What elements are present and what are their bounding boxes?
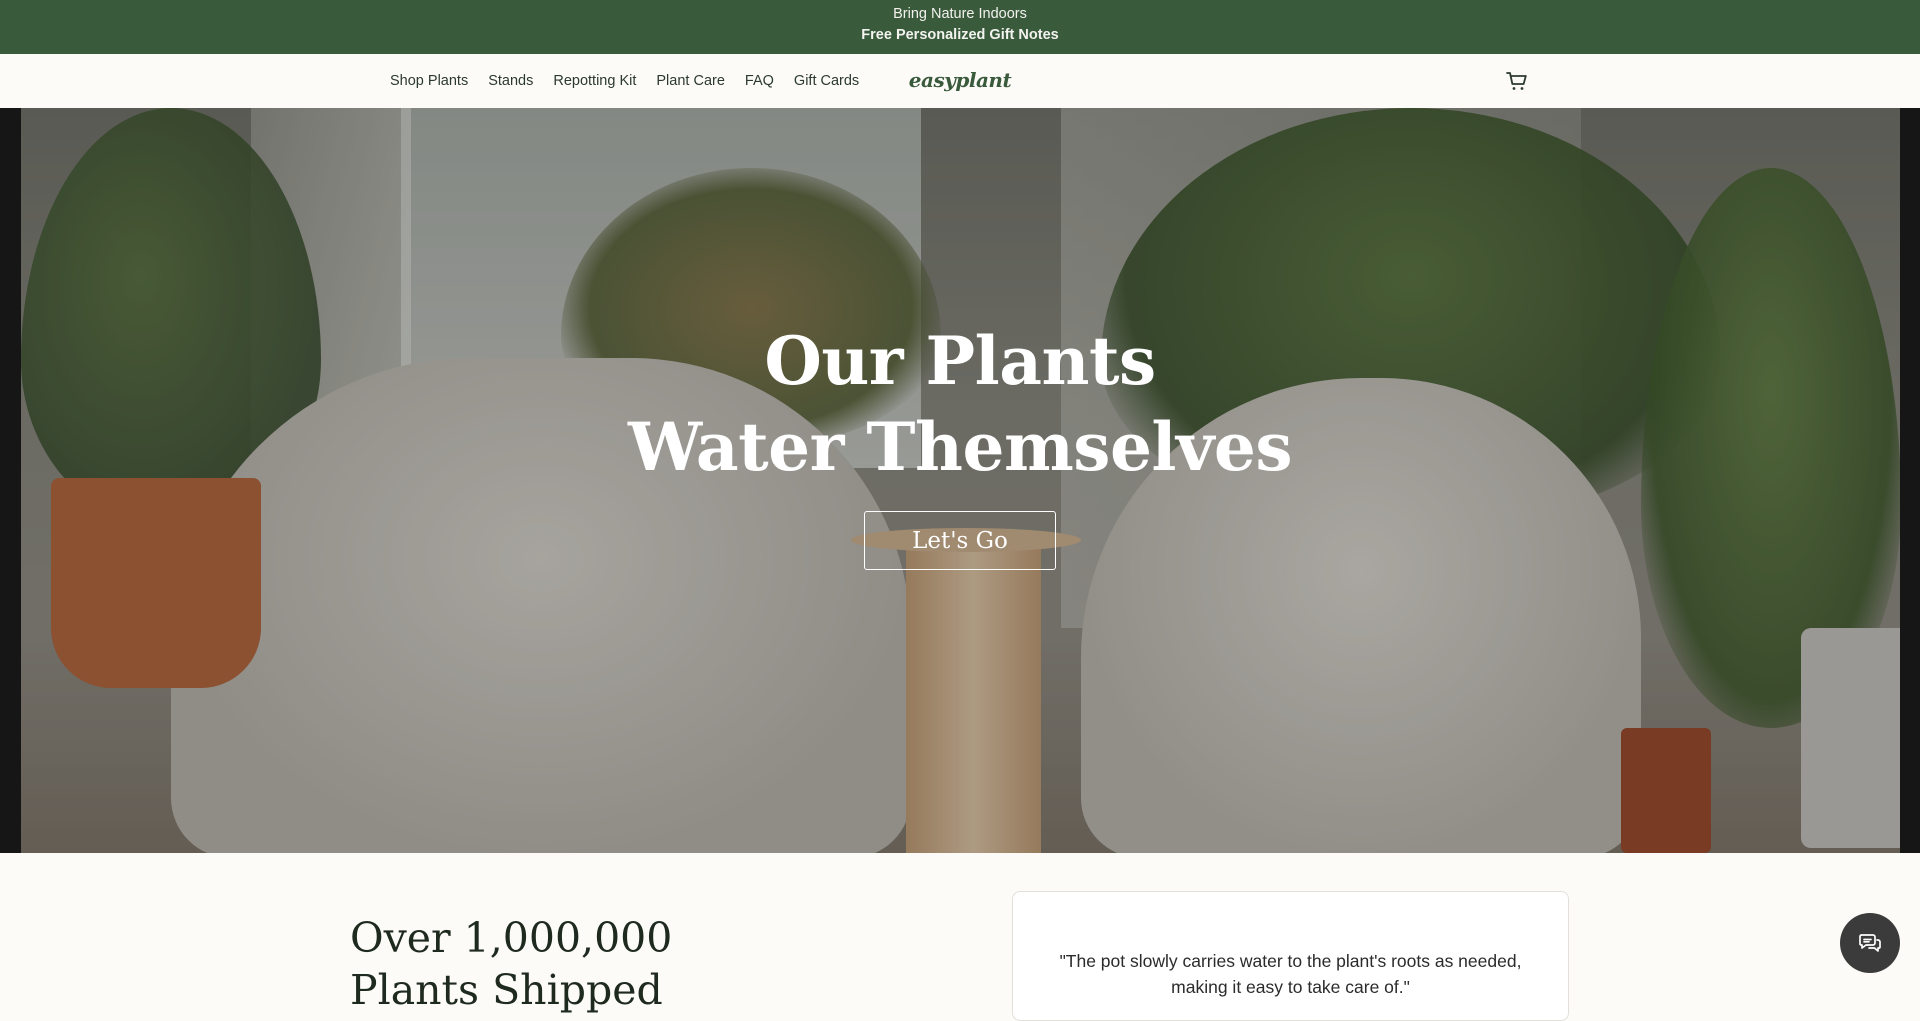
header-nav: Shop Plants Stands Repotting Kit Plant C… (0, 54, 1920, 109)
logo-text[interactable]: easyplant (909, 68, 1012, 92)
shipped-heading-line-2: Plants Shipped (350, 966, 663, 1014)
chat-button[interactable] (1840, 913, 1900, 973)
announcement-line-2: Free Personalized Gift Notes (861, 27, 1059, 43)
logo: easyplant (0, 68, 1920, 92)
lets-go-button[interactable]: Let's Go (864, 511, 1056, 570)
announcement-line-1: Bring Nature Indoors (893, 6, 1027, 22)
testimonial-card: "The pot slowly carries water to the pla… (1012, 891, 1569, 1021)
hero-title-line-2: Water Themselves (627, 408, 1293, 486)
testimonial-quote: "The pot slowly carries water to the pla… (1059, 951, 1522, 997)
hero-title-line-1: Our Plants (764, 322, 1156, 400)
cart-icon[interactable] (1505, 70, 1529, 92)
hero-title: Our Plants Water Themselves (0, 318, 1920, 490)
shipped-heading: Over 1,000,000 Plants Shipped (350, 912, 672, 1016)
announcement-bar: Bring Nature Indoors Free Personalized G… (0, 0, 1920, 54)
chat-icon (1859, 934, 1881, 952)
shipped-heading-line-1: Over 1,000,000 (350, 914, 673, 962)
